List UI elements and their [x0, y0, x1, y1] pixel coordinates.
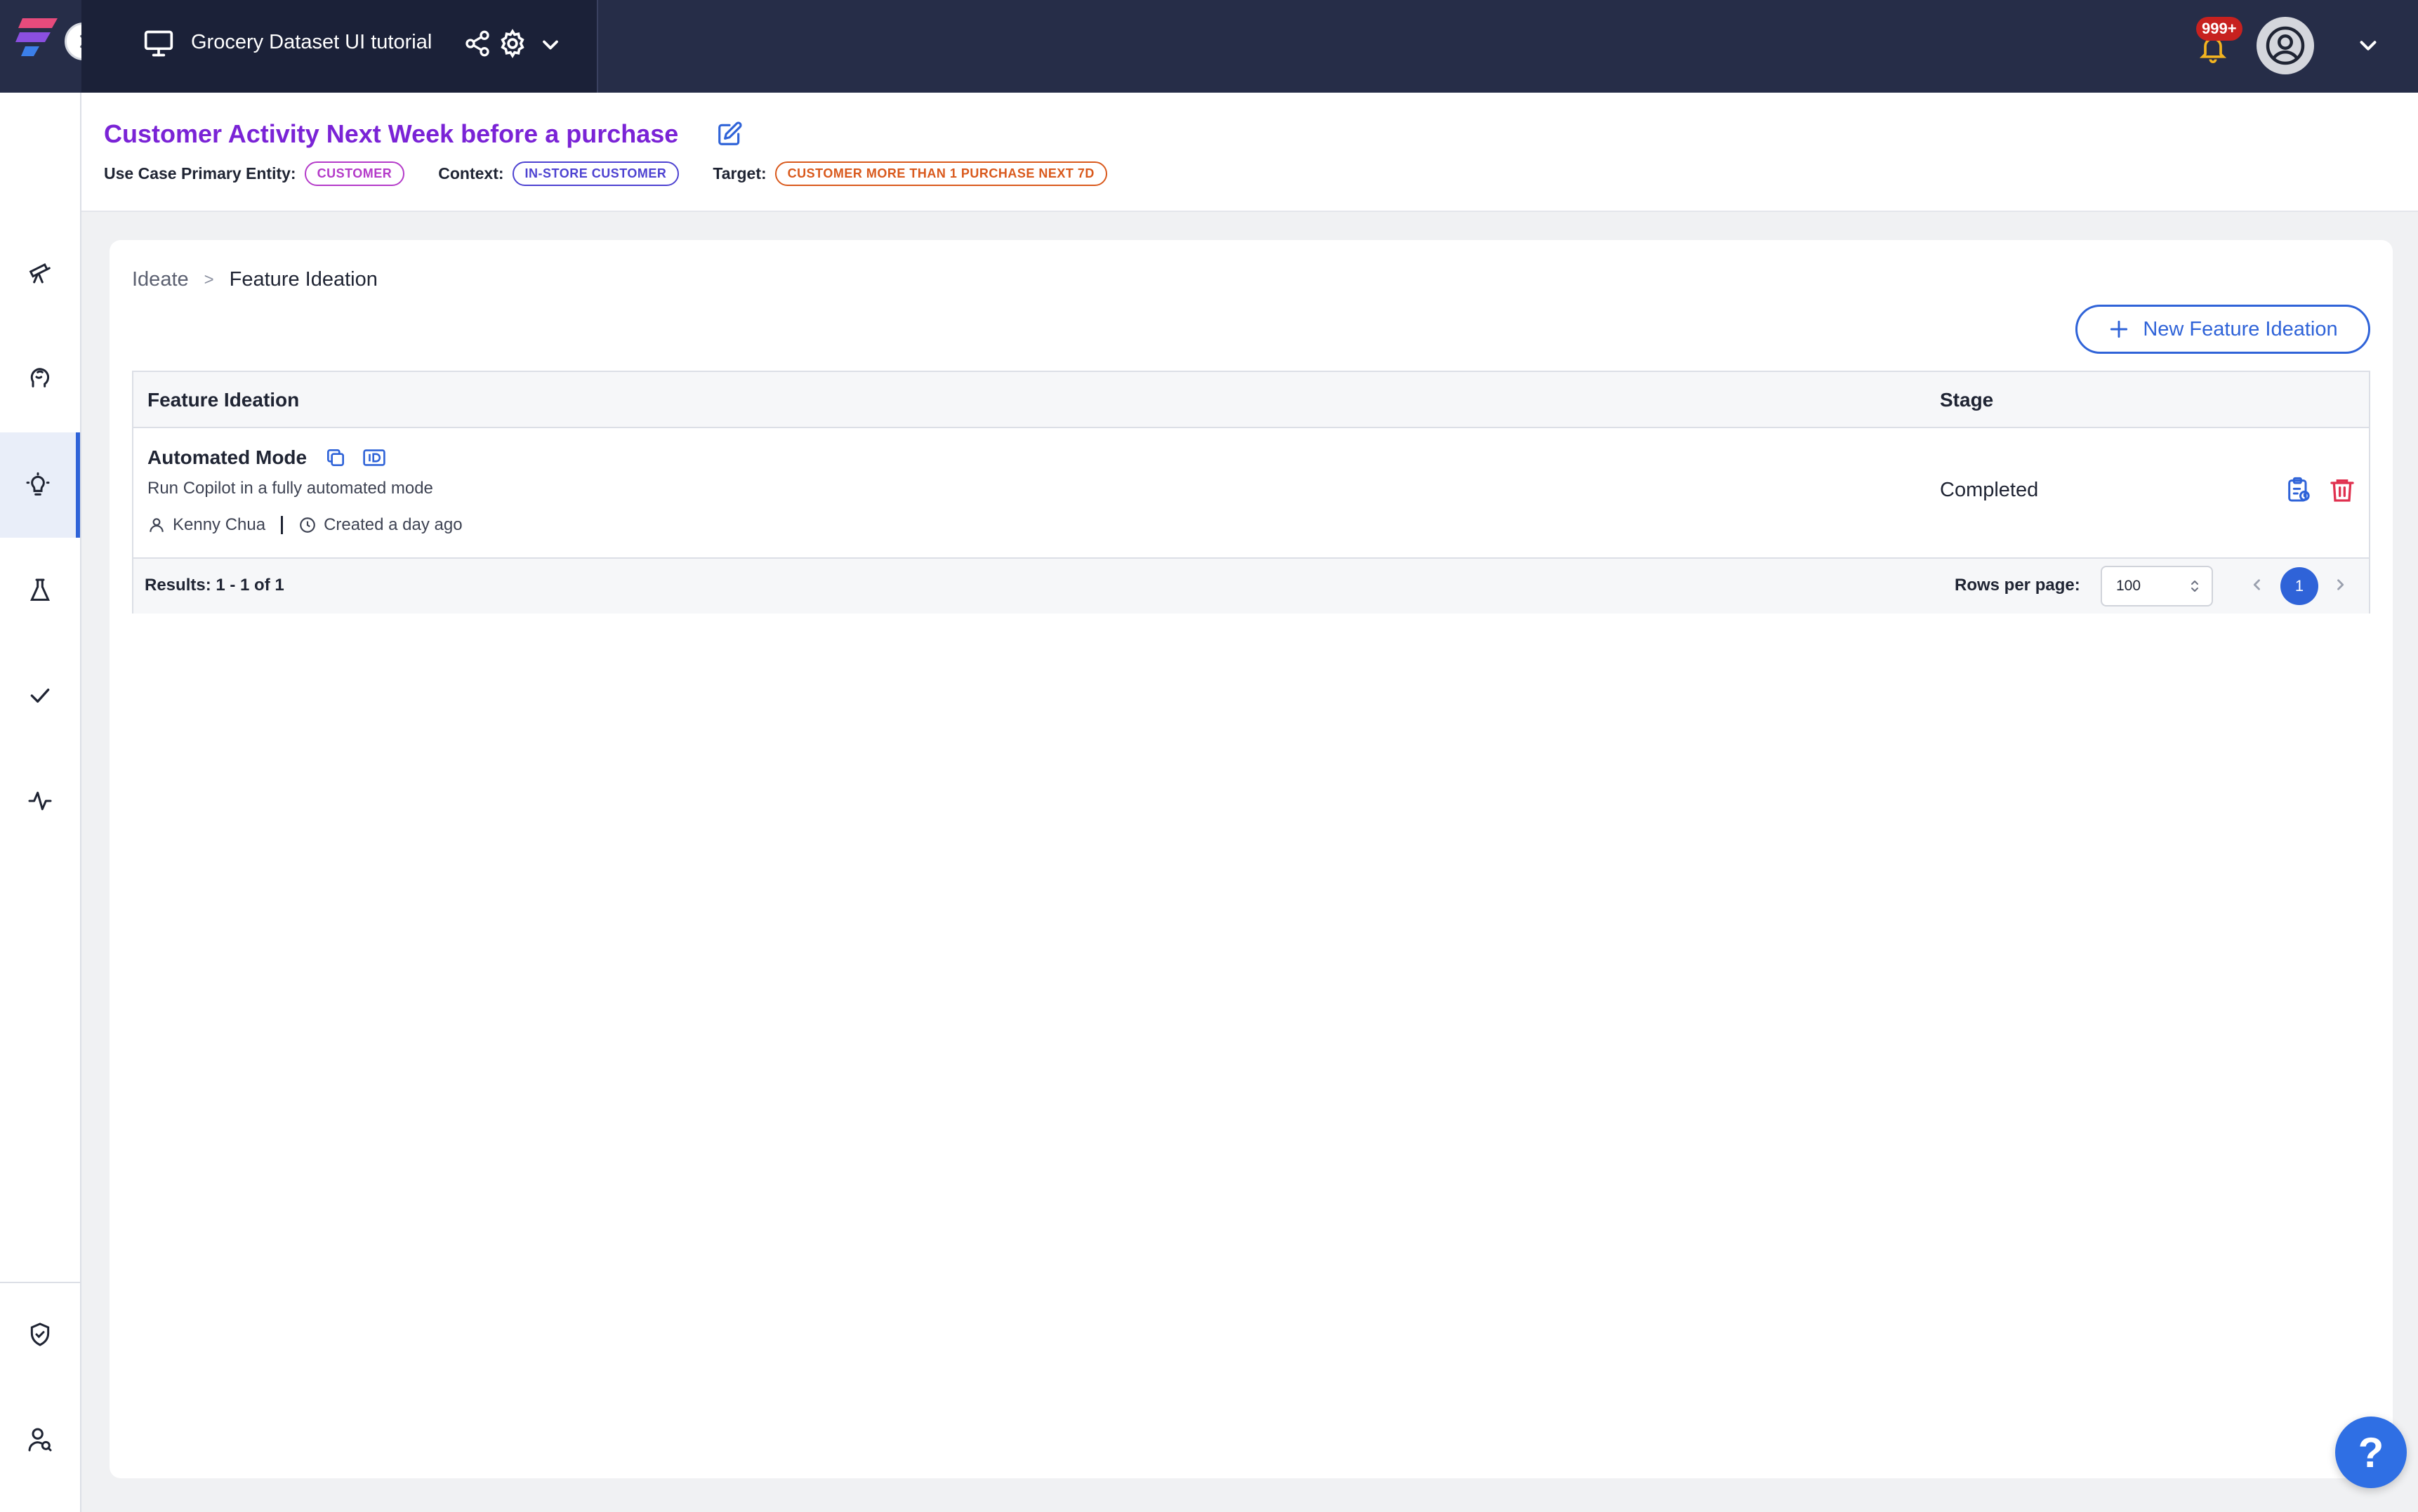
breadcrumb-current: Feature Ideation — [229, 268, 378, 291]
notification-badge: 999+ — [2196, 17, 2242, 41]
brain-head-icon — [30, 368, 50, 387]
sidebar-item-user-search[interactable] — [0, 1387, 80, 1492]
trash-icon[interactable] — [2328, 476, 2356, 504]
new-feature-ideation-button[interactable]: New Feature Ideation — [2075, 305, 2370, 354]
clock-icon — [300, 517, 315, 533]
primary-entity-badge: CUSTOMER — [304, 161, 405, 186]
sidebar-item-monitor[interactable] — [0, 748, 80, 854]
shield-icon — [30, 1322, 50, 1346]
breadcrumb-ideate-link[interactable]: Ideate — [132, 268, 189, 291]
telescope-icon — [29, 263, 51, 284]
results-count: Results: 1 - 1 of 1 — [145, 576, 284, 595]
ideation-created: Created a day ago — [324, 515, 463, 534]
page-button-current[interactable]: 1 — [2280, 567, 2318, 605]
ideation-meta: Kenny Chua Created a day ago — [147, 515, 463, 535]
chevron-down-icon[interactable] — [538, 32, 563, 58]
target-badge: CUSTOMER MORE THAN 1 PURCHASE NEXT 7D — [774, 161, 1107, 186]
column-header-stage[interactable]: Stage — [1940, 389, 1993, 411]
help-button[interactable]: ? — [2335, 1417, 2407, 1488]
breadcrumb: Ideate > Feature Ideation — [132, 268, 378, 291]
share-icon[interactable] — [463, 29, 491, 58]
target-label: Target: — [713, 164, 767, 183]
report-icon[interactable] — [2285, 476, 2313, 504]
check-icon — [30, 689, 50, 703]
monitor-icon — [144, 30, 173, 57]
chevron-right-icon[interactable] — [2330, 574, 2351, 595]
sidebar-item-telescope[interactable] — [0, 219, 80, 324]
breadcrumb-separator: > — [204, 270, 214, 289]
ideation-stage: Completed — [1940, 479, 2039, 501]
table-row[interactable]: Automated Mode Run Copilot in a fully au… — [133, 428, 2369, 559]
context-badge: IN-STORE CUSTOMER — [512, 161, 680, 186]
sort-arrows-icon — [2191, 581, 2198, 592]
rows-per-page-select[interactable]: 100 — [2101, 566, 2213, 606]
sidebar-item-security[interactable] — [0, 1282, 80, 1387]
gear-icon[interactable] — [497, 28, 528, 59]
rows-per-page-label: Rows per page: — [1955, 576, 2080, 595]
avatar[interactable] — [2257, 17, 2314, 74]
feature-ideation-table: Feature Ideation Stage Automated Mode Ru… — [132, 371, 2370, 614]
sidebar-item-brain[interactable] — [0, 324, 80, 430]
ideation-author: Kenny Chua — [173, 515, 266, 534]
id-badge-icon[interactable] — [362, 446, 386, 469]
sidebar-item-ideate[interactable] — [0, 432, 80, 538]
top-bar: Grocery Dataset UI tutorial 999+ — [0, 0, 2418, 93]
app-logo[interactable] — [15, 15, 66, 60]
plus-icon — [2110, 320, 2128, 338]
rows-per-page-value: 100 — [2116, 578, 2141, 594]
meta-divider — [281, 516, 284, 534]
edit-icon[interactable] — [716, 121, 743, 147]
user-search-icon — [28, 1428, 52, 1452]
table-header: Feature Ideation Stage — [133, 372, 2369, 428]
new-feature-ideation-label: New Feature Ideation — [2143, 317, 2338, 340]
activity-icon — [28, 791, 52, 811]
left-sidebar — [0, 93, 81, 1512]
ideation-description: Run Copilot in a fully automated mode — [147, 479, 433, 498]
context-label: Context: — [438, 164, 504, 183]
sidebar-item-experiment[interactable] — [0, 538, 80, 643]
page-title: Customer Activity Next Week before a pur… — [104, 119, 679, 148]
user-icon — [150, 518, 164, 532]
chevron-left-icon[interactable] — [2247, 574, 2268, 595]
user-circle-icon — [2266, 26, 2305, 65]
lightbulb-icon — [26, 472, 50, 496]
main-card: Ideate > Feature Ideation New Feature Id… — [110, 240, 2393, 1478]
use-case-header: Customer Activity Next Week before a pur… — [81, 93, 2418, 212]
primary-entity-label: Use Case Primary Entity: — [104, 164, 296, 183]
copy-icon[interactable] — [324, 446, 347, 469]
column-header-feature-ideation[interactable]: Feature Ideation — [147, 389, 299, 411]
ideation-title[interactable]: Automated Mode — [147, 446, 307, 469]
flask-icon — [30, 578, 50, 601]
use-case-meta: Use Case Primary Entity: CUSTOMER Contex… — [104, 161, 1141, 186]
sidebar-item-approve[interactable] — [0, 643, 80, 748]
user-menu-chevron-icon[interactable] — [2355, 32, 2381, 59]
table-footer: Results: 1 - 1 of 1 Rows per page: 100 1 — [133, 559, 2369, 614]
project-title[interactable]: Grocery Dataset UI tutorial — [191, 31, 432, 54]
